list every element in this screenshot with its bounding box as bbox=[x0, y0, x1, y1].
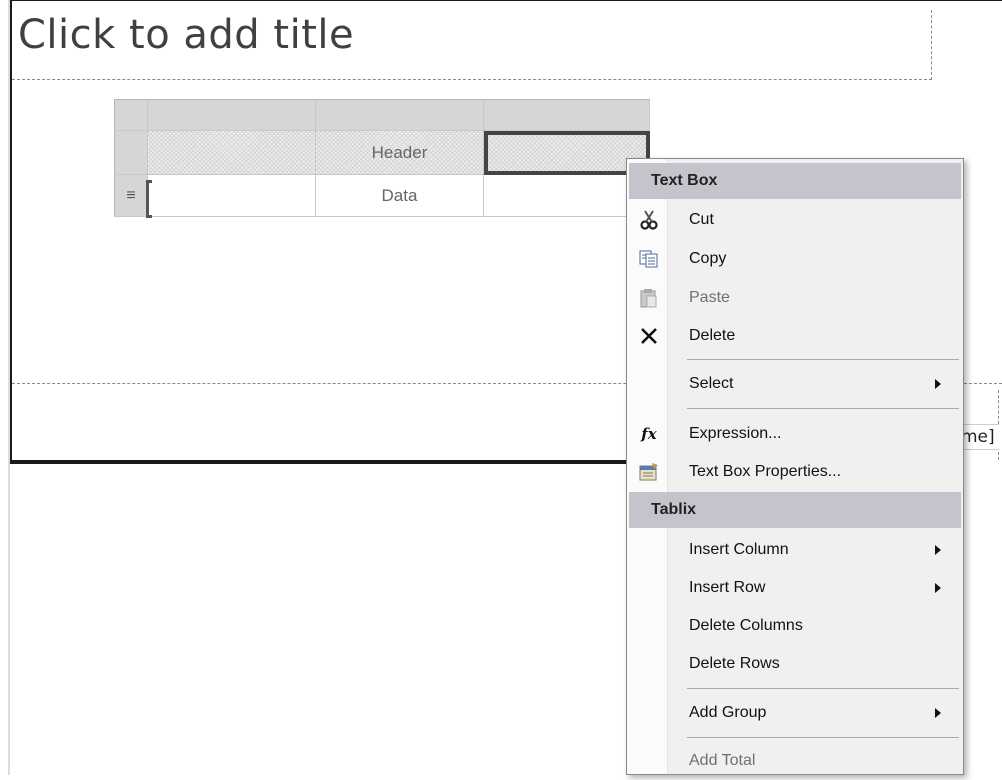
submenu-arrow-icon bbox=[935, 379, 941, 389]
menu-separator bbox=[687, 688, 959, 689]
menu-separator bbox=[687, 359, 959, 360]
menu-item-label: Delete Columns bbox=[689, 617, 803, 634]
delete-x-icon bbox=[637, 324, 661, 348]
menu-item-label: Paste bbox=[689, 289, 730, 306]
menu-item-label: Add Group bbox=[689, 704, 767, 721]
menu-item-label: Delete Rows bbox=[689, 655, 780, 672]
menu-section-header-text-box: Text Box bbox=[629, 163, 961, 199]
header-cell-2[interactable]: Header bbox=[316, 131, 484, 175]
context-menu: Text Box Cut Copy Paste Delete Select fx… bbox=[626, 158, 964, 775]
menu-item-add-total[interactable]: Add Total bbox=[629, 742, 961, 780]
menu-item-label: Insert Row bbox=[689, 579, 766, 596]
title-placeholder[interactable]: Click to add title bbox=[18, 12, 354, 58]
menu-section-header-tablix: Tablix bbox=[629, 492, 961, 528]
menu-item-delete[interactable]: Delete bbox=[629, 317, 961, 355]
data-cell-2[interactable]: Data bbox=[316, 175, 484, 217]
tablix-corner-handle[interactable] bbox=[114, 99, 148, 131]
footer-expression-textbox[interactable]: me] bbox=[958, 424, 999, 450]
copy-icon bbox=[637, 247, 661, 271]
menu-item-label: Cut bbox=[689, 211, 714, 228]
menu-separator bbox=[687, 408, 959, 409]
header-cell-1[interactable] bbox=[148, 131, 316, 175]
tablix-header-row: Header bbox=[114, 131, 650, 175]
menu-item-select[interactable]: Select bbox=[629, 365, 961, 403]
row-handle-header[interactable] bbox=[114, 131, 148, 175]
data-cell-1[interactable] bbox=[148, 175, 316, 217]
column-handle-2[interactable] bbox=[316, 99, 484, 131]
submenu-arrow-icon bbox=[935, 583, 941, 593]
menu-item-delete-rows[interactable]: Delete Rows bbox=[629, 645, 961, 683]
menu-item-paste[interactable]: Paste bbox=[629, 279, 961, 317]
tablix-data-row: ≡ Data bbox=[114, 175, 650, 217]
menu-item-label: Insert Column bbox=[689, 541, 789, 558]
menu-item-label: Delete bbox=[689, 327, 736, 344]
menu-item-delete-columns[interactable]: Delete Columns bbox=[629, 607, 961, 645]
column-handle-1[interactable] bbox=[148, 99, 316, 131]
row-lines-icon: ≡ bbox=[126, 186, 136, 204]
menu-item-text-box-properties[interactable]: Text Box Properties... bbox=[629, 453, 961, 491]
paste-icon bbox=[637, 286, 661, 310]
column-handle-3[interactable] bbox=[484, 99, 650, 131]
menu-item-label: Copy bbox=[689, 250, 727, 267]
menu-item-copy[interactable]: Copy bbox=[629, 240, 961, 278]
group-bracket-icon bbox=[146, 180, 152, 218]
menu-item-add-group[interactable]: Add Group bbox=[629, 694, 961, 732]
menu-item-insert-row[interactable]: Insert Row bbox=[629, 569, 961, 607]
submenu-arrow-icon bbox=[935, 708, 941, 718]
report-body-bottom-edge[interactable] bbox=[10, 460, 630, 464]
submenu-arrow-icon bbox=[935, 545, 941, 555]
menu-item-expression[interactable]: fx Expression... bbox=[629, 415, 961, 453]
menu-item-label: Expression... bbox=[689, 425, 782, 442]
menu-item-label: Add Total bbox=[689, 752, 756, 769]
menu-item-cut[interactable]: Cut bbox=[629, 201, 961, 239]
properties-icon bbox=[637, 460, 661, 484]
menu-item-label: Select bbox=[689, 375, 734, 392]
menu-separator bbox=[687, 737, 959, 738]
scissors-icon bbox=[637, 208, 661, 232]
row-handle-data[interactable]: ≡ bbox=[114, 175, 148, 217]
menu-item-label: Text Box Properties... bbox=[689, 463, 842, 480]
fx-icon: fx bbox=[641, 425, 657, 443]
tablix-column-handles bbox=[114, 99, 650, 131]
menu-item-insert-column[interactable]: Insert Column bbox=[629, 531, 961, 569]
tablix[interactable]: Header ≡ Data bbox=[114, 99, 650, 217]
